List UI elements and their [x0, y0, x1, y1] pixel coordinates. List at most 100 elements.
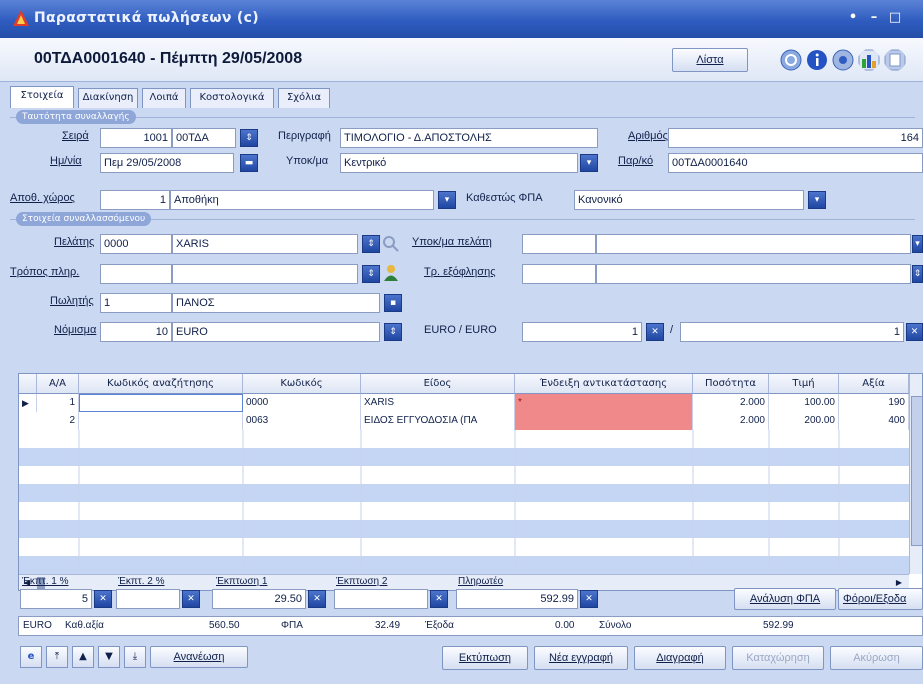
next-record-icon[interactable]: ▼ — [98, 646, 120, 668]
grid-header-search-code[interactable]: Κωδικός αναζήτησης — [79, 374, 243, 394]
tab-sxolia[interactable]: Σχόλια — [278, 88, 330, 108]
customer-name-field[interactable]: XARIS — [172, 234, 358, 254]
grid-header-aa[interactable]: Α/Α — [37, 374, 79, 394]
browser-icon[interactable]: e — [20, 646, 42, 668]
summary-vat-label: ΦΠΑ — [281, 620, 303, 631]
summary-total-value: 592.99 — [763, 620, 794, 631]
docref-field[interactable]: 00ΤΔΑ0001640 — [668, 153, 923, 173]
grid-header-item[interactable]: Είδος — [361, 374, 515, 394]
vat-status-dropdown-icon[interactable]: ▾ — [808, 191, 826, 209]
payment-name-field[interactable] — [172, 264, 358, 284]
disc2-pct-field[interactable] — [116, 589, 180, 609]
disc1-calc-icon[interactable]: ✕ — [308, 590, 326, 608]
cell-search[interactable] — [79, 412, 243, 430]
warehouse-code-field[interactable]: 1 — [100, 190, 170, 210]
window-menu-icon[interactable]: • — [845, 10, 861, 26]
series-name-field[interactable]: 00ΤΔΑ — [172, 128, 236, 148]
delete-button[interactable]: Διαγραφή — [634, 646, 726, 670]
vertical-scroll-thumb[interactable] — [911, 396, 922, 546]
calendar-icon[interactable]: ▬ — [240, 154, 258, 172]
grid-header-replacement[interactable]: Ένδειξη αντικατάστασης — [515, 374, 693, 394]
seller-dropdown-icon[interactable]: ▪ — [384, 294, 402, 312]
summary-expenses-value: 0.00 — [555, 620, 575, 631]
description-field[interactable]: ΤΙΜΟΛΟΓΙΟ - Δ.ΑΠΟΣΤΟΛΗΣ — [340, 128, 598, 148]
summary-net-value: 560.50 — [209, 620, 240, 631]
print-button[interactable]: Εκτύπωση — [442, 646, 528, 670]
warehouse-name-field[interactable]: Αποθήκη — [170, 190, 434, 210]
chart-icon[interactable] — [858, 49, 880, 71]
previous-record-icon[interactable]: ▲ — [72, 646, 94, 668]
payment-spinner-icon[interactable]: ⇕ — [362, 265, 380, 283]
transaction-group-header: Ταυτότητα συναλλαγής — [10, 110, 915, 124]
customer-branch-dropdown-icon[interactable]: ▾ — [912, 235, 923, 253]
refresh-button[interactable]: Ανανέωση — [150, 646, 248, 668]
vat-status-field[interactable]: Κανονικό — [574, 190, 804, 210]
seller-name-field[interactable]: ΠΑΝΟΣ — [172, 293, 380, 313]
cell-search-input[interactable] — [79, 394, 243, 412]
branch-dropdown-icon[interactable]: ▾ — [580, 154, 598, 172]
cell-price: 100.00 — [769, 394, 839, 412]
disc1-field[interactable]: 29.50 — [212, 589, 306, 609]
last-record-icon[interactable]: ⤓ — [124, 646, 146, 668]
tab-kostologika[interactable]: Κοστολογικά — [190, 88, 274, 108]
settlement-dropdown-icon[interactable]: ⇕ — [912, 265, 923, 283]
rate-right-calc-icon[interactable]: ✕ — [906, 323, 923, 341]
payment-code-field[interactable] — [100, 264, 172, 284]
branch-field[interactable]: Κεντρικό — [340, 153, 578, 173]
series-code-field[interactable]: 1001 — [100, 128, 172, 148]
taxes-expenses-button[interactable]: Φόροι/Εξοδα — [838, 588, 923, 610]
first-record-icon[interactable]: ⤒ — [46, 646, 68, 668]
payable-field[interactable]: 592.99 — [456, 589, 578, 609]
number-field[interactable]: 164 — [668, 128, 923, 148]
tab-diakinisi[interactable]: Διακίνηση — [78, 88, 138, 108]
seller-code-field[interactable]: 1 — [100, 293, 172, 313]
sales-documents-window: Παραστατικά πωλήσεων (c) • – □ 00ΤΔΑ0001… — [0, 0, 923, 684]
disc2-field[interactable] — [334, 589, 428, 609]
disc2-pct-calc-icon[interactable]: ✕ — [182, 590, 200, 608]
list-button[interactable]: Λίστα — [672, 48, 748, 72]
settlement-code-field[interactable] — [522, 264, 596, 284]
disc2-calc-icon[interactable]: ✕ — [430, 590, 448, 608]
payable-label: Πληρωτέο — [458, 576, 504, 587]
title-bar[interactable]: Παραστατικά πωλήσεων (c) • – □ — [0, 0, 923, 38]
grid-header-price[interactable]: Τιμή — [769, 374, 839, 394]
payable-calc-icon[interactable]: ✕ — [580, 590, 598, 608]
settings-icon[interactable] — [832, 49, 854, 71]
date-field[interactable]: Πεμ 29/05/2008 — [100, 153, 234, 173]
table-row[interactable]: ▶ 1 0000 XARIS * 2.000 100.00 190 — [19, 394, 922, 430]
grid-vertical-scrollbar[interactable] — [909, 374, 922, 574]
tab-stoixeia[interactable]: Στοιχεία — [10, 86, 74, 108]
cancel-button[interactable]: Ακύρωση — [830, 646, 923, 670]
refresh-icon[interactable] — [780, 49, 802, 71]
grid-header-code[interactable]: Κωδικός — [243, 374, 361, 394]
currency-name-field[interactable]: EURO — [172, 322, 380, 342]
tab-loipa[interactable]: Λοιπά — [142, 88, 186, 108]
currency-code-field[interactable]: 10 — [100, 322, 172, 342]
customer-search-icon[interactable] — [382, 235, 400, 253]
customer-branch-code-field[interactable] — [522, 234, 596, 254]
maximize-icon[interactable]: □ — [887, 10, 903, 26]
customer-code-field[interactable]: 0000 — [100, 234, 172, 254]
customer-branch-name-field[interactable] — [596, 234, 911, 254]
new-record-button[interactable]: Νέα εγγραφή — [534, 646, 628, 670]
vat-analysis-button[interactable]: Ανάλυση ΦΠΑ — [734, 588, 836, 610]
rate-left-field[interactable]: 1 — [522, 322, 642, 342]
minimize-icon[interactable]: – — [866, 10, 882, 26]
help-icon[interactable] — [884, 49, 906, 71]
disc1-pct-field[interactable]: 5 — [20, 589, 92, 609]
grid-header-quantity[interactable]: Ποσότητα — [693, 374, 769, 394]
warehouse-dropdown-icon[interactable]: ▾ — [438, 191, 456, 209]
table-row[interactable]: 2 0063 ΕΙΔΟΣ ΕΓΓΥΟΔΟΣΙΑ (ΠΑ 2.000 200.00… — [19, 412, 922, 430]
payment-person-icon[interactable] — [382, 264, 400, 282]
info-icon[interactable] — [806, 49, 828, 71]
disc1-pct-calc-icon[interactable]: ✕ — [94, 590, 112, 608]
customer-spinner-icon[interactable]: ⇕ — [362, 235, 380, 253]
currency-spinner-icon[interactable]: ⇕ — [384, 323, 402, 341]
series-spinner-icon[interactable]: ⇕ — [240, 129, 258, 147]
save-button[interactable]: Καταχώρηση — [732, 646, 824, 670]
number-label: Αριθμός — [628, 130, 668, 142]
rate-left-calc-icon[interactable]: ✕ — [646, 323, 664, 341]
rate-right-field[interactable]: 1 — [680, 322, 904, 342]
grid-header-value[interactable]: Αξία — [839, 374, 909, 394]
settlement-name-field[interactable] — [596, 264, 911, 284]
